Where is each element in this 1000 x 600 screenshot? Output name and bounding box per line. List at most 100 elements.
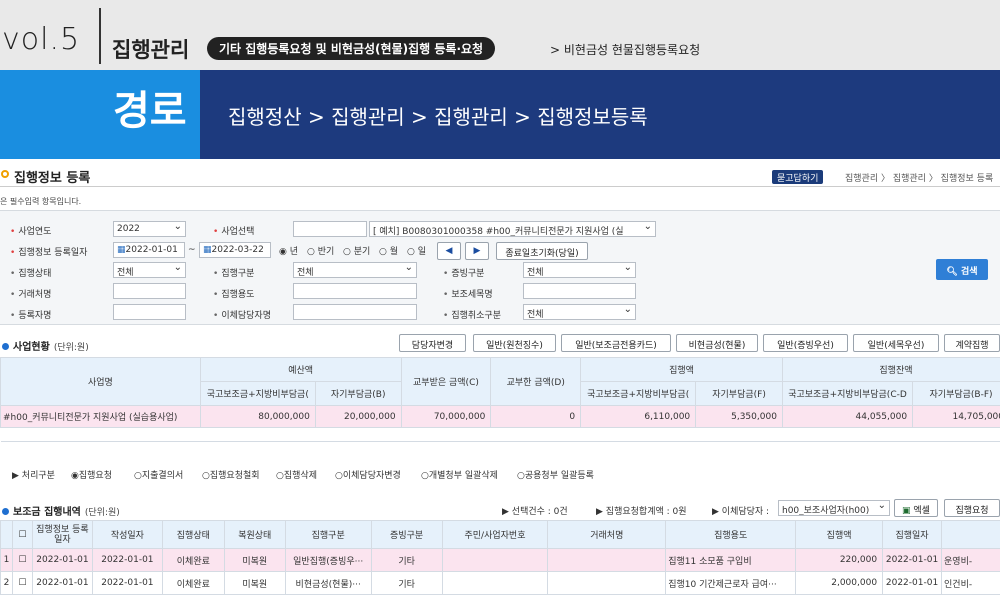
exec-type-label: • 집행구분: [213, 269, 255, 279]
general-item-button[interactable]: 일반(세목우선): [853, 334, 939, 352]
breadcrumb: 집행관리 〉 집행관리 〉 집행정보 등록: [845, 174, 994, 184]
bullet-icon: [2, 343, 9, 350]
col-header: [941, 520, 1000, 549]
volume-label: vol.5: [2, 22, 81, 57]
col-header: 작성일자: [91, 520, 163, 549]
col-header: 집행용도: [665, 520, 797, 549]
row-checkbox[interactable]: ☐: [11, 548, 33, 572]
period-quarter-radio[interactable]: ○ 분기: [343, 244, 370, 257]
next-period-button[interactable]: ▶: [465, 242, 489, 260]
usage-label: • 집행용도: [213, 290, 255, 300]
section-title: 집행관리: [112, 38, 190, 62]
change-manager-button[interactable]: 담당자변경: [399, 334, 466, 352]
sub-path: > 비현금성 현물집행등록요청: [550, 43, 701, 57]
transfer-mgr-input[interactable]: [293, 304, 417, 320]
col-header: 국고보조금+지방비부담금(: [199, 381, 316, 406]
period-year-radio[interactable]: ◉ 년: [279, 244, 298, 257]
cell: 2022-01-01: [31, 548, 93, 572]
col-header: 사업명: [0, 357, 201, 406]
date-to-input[interactable]: ▦2022-03-22: [199, 242, 271, 258]
process-option-request[interactable]: ◉집행요청: [71, 468, 112, 481]
cancel-select[interactable]: 전체: [523, 304, 636, 320]
date-from-input[interactable]: ▦2022-01-01: [113, 242, 185, 258]
cell: 기타: [370, 548, 443, 572]
table-row[interactable]: #h00_커뮤니티전문가 지원사업 (실습용사업) 80,000,000 20,…: [0, 405, 1000, 428]
cell: 44,055,000: [781, 405, 914, 428]
vendor-input[interactable]: [113, 283, 186, 299]
cell: 일반집행(증빙우···: [284, 548, 372, 572]
registrant-input[interactable]: [113, 304, 186, 320]
contract-exec-button[interactable]: 계약집행: [944, 334, 1000, 352]
cell: 기타: [370, 571, 443, 595]
exec-list-table: ☐ 집행정보 등록일자 작성일자 집행상태 복원상태 집행구분 증빙구분 주민/…: [0, 520, 1000, 595]
period-half-radio[interactable]: ○ 반기: [307, 244, 334, 257]
project-label: • 사업선택: [213, 227, 255, 237]
process-label: ▶ 처리구분: [12, 471, 55, 481]
title-bullet-icon: [1, 170, 9, 178]
vendor-label: • 거래처명: [10, 290, 52, 300]
exec-request-button[interactable]: 집행요청: [944, 499, 1000, 517]
process-option-bulk-register[interactable]: ○공용청부 일괄등록: [517, 468, 594, 481]
selected-count: ▶ 선택건수 : 0건: [502, 507, 568, 517]
col-header: 증빙구분: [370, 520, 443, 549]
general-withholding-button[interactable]: 일반(원천징수): [473, 334, 556, 352]
row-number: 1: [0, 548, 13, 572]
reset-end-date-button[interactable]: 종료일초기화(당일): [496, 242, 588, 260]
cell: 2022-01-01: [31, 571, 93, 595]
cell: [441, 548, 549, 572]
process-option-bulk-delete[interactable]: ○개별청부 일괄삭제: [421, 468, 498, 481]
col-header: 집행액: [795, 520, 884, 549]
cell: 미복원: [223, 548, 286, 572]
process-option-withdraw[interactable]: ○집행요청철회: [202, 468, 260, 481]
cell: 집행10 기간제근로자 급여···: [665, 571, 797, 595]
qa-button[interactable]: 묻고답하기: [772, 170, 824, 184]
exec-type-select[interactable]: 전체: [293, 262, 417, 278]
col-header: [0, 520, 13, 549]
table-row[interactable]: 2 ☐ 2022-01-01 2022-01-01 이체완료 미복원 비현금성(…: [0, 571, 1000, 595]
topic-pill: 기타 집행등록요청 및 비현금성(현물)집행 등록·요청: [207, 37, 496, 60]
period-day-radio[interactable]: ○ 일: [407, 244, 426, 257]
cell: [547, 571, 667, 595]
search-button[interactable]: 🔍︎ 검색: [936, 259, 988, 280]
table-row[interactable]: 1 ☐ 2022-01-01 2022-01-01 이체완료 미복원 일반집행(…: [0, 548, 1000, 572]
status-select[interactable]: 전체: [113, 262, 186, 278]
proof-select[interactable]: 전체: [523, 262, 636, 278]
col-header: 복원상태: [223, 520, 286, 549]
select-all-checkbox[interactable]: ☐: [11, 520, 33, 549]
process-option-delete[interactable]: ○집행삭제: [276, 468, 317, 481]
col-header: 국고보조금+지방비부담금(: [580, 381, 697, 406]
col-header: 자기부담금(B-F): [912, 381, 1000, 406]
total-request: ▶ 집행요청합계액 : 0원: [596, 507, 687, 517]
project-select[interactable]: [ 예치] B0080301000358 #h00_커뮤니티전문가 지원사업 (…: [369, 221, 656, 237]
non-cash-button[interactable]: 비현금성(현물): [676, 334, 758, 352]
calendar-icon: ▦: [203, 245, 212, 255]
cell: [441, 571, 549, 595]
page-title: 집행정보 등록: [14, 171, 91, 186]
cell: 비현금성(현물)···: [284, 571, 372, 595]
transfer-mgr-select[interactable]: h00_보조사업자(h00): [778, 500, 890, 516]
year-select[interactable]: 2022: [113, 221, 186, 237]
cell: 2022-01-01: [882, 571, 943, 595]
prev-period-button[interactable]: ◀: [437, 242, 461, 260]
cell: #h00_커뮤니티전문가 지원사업 (실습용사업): [0, 405, 201, 428]
process-option-change-mgr[interactable]: ○이체담당자변경: [335, 468, 401, 481]
general-card-button[interactable]: 일반(보조금전용카드): [561, 334, 671, 352]
excel-button[interactable]: ▣ 엑셀: [894, 499, 938, 517]
usage-input[interactable]: [293, 283, 417, 299]
subsidy-input[interactable]: [523, 283, 636, 299]
subsidy-label: • 보조세목명: [443, 290, 493, 300]
divider: [99, 8, 101, 64]
cell: 14,705,000: [912, 405, 1000, 428]
row-checkbox[interactable]: ☐: [11, 571, 33, 595]
period-month-radio[interactable]: ○ 월: [379, 244, 398, 257]
cell: 80,000,000: [199, 405, 316, 428]
project-code-input[interactable]: [293, 221, 367, 237]
process-option-resolution[interactable]: ○지출결의서: [134, 468, 183, 481]
required-note: 은 필수입력 항목입니다.: [0, 197, 82, 206]
cancel-label: • 집행취소구분: [443, 311, 501, 321]
general-proof-button[interactable]: 일반(증빙우선): [763, 334, 848, 352]
cell: 0: [490, 405, 582, 428]
col-header: 집행상태: [161, 520, 225, 549]
process-row: ▶ 처리구분 ◉집행요청 ○지출결의서 ○집행요청철회 ○집행삭제 ○이체담당자…: [0, 462, 1000, 486]
cell: 이체완료: [161, 571, 225, 595]
